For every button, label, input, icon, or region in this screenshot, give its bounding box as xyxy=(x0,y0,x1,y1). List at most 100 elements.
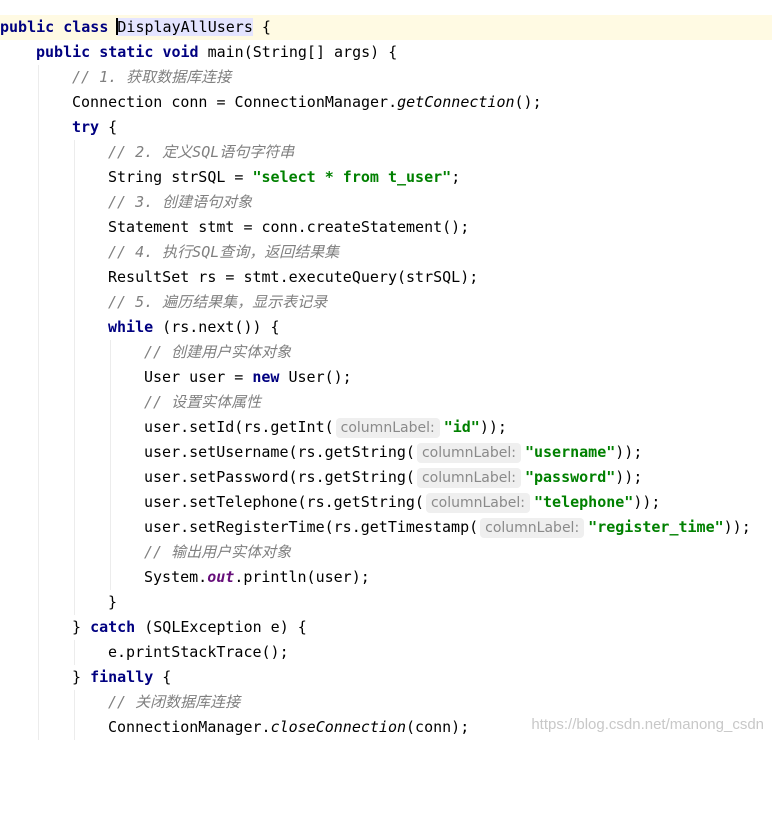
indent-guide xyxy=(74,140,75,165)
parameter-hint: columnLabel: xyxy=(416,443,521,463)
comment: // 1. 获取数据库连接 xyxy=(72,68,232,86)
keyword: while xyxy=(108,318,154,336)
code-line[interactable]: user.setRegisterTime(rs.getTimestamp(col… xyxy=(0,515,772,540)
comment: // 4. 执行SQL查询，返回结果集 xyxy=(108,243,340,261)
code-line[interactable]: // 5. 遍历结果集，显示表记录 xyxy=(0,290,772,315)
code-line[interactable]: // 关闭数据库连接 xyxy=(0,690,772,715)
indent-guide xyxy=(110,340,111,365)
indent-guide xyxy=(38,565,39,590)
code-text: ; xyxy=(451,168,461,186)
indent-guide xyxy=(38,590,39,615)
indent-guide xyxy=(74,715,75,740)
code-line[interactable]: // 设置实体属性 xyxy=(0,390,772,415)
code-line[interactable]: user.setTelephone(rs.getString(columnLab… xyxy=(0,490,772,515)
indent-guide xyxy=(38,640,39,665)
code-line[interactable]: e.printStackTrace(); xyxy=(0,640,772,665)
code-line[interactable]: } finally { xyxy=(0,665,772,690)
comment: // 5. 遍历结果集，显示表记录 xyxy=(108,293,328,311)
code-text: } xyxy=(72,668,91,686)
code-line[interactable]: // 3. 创建语句对象 xyxy=(0,190,772,215)
indent-guide xyxy=(38,140,39,165)
indent-guide xyxy=(38,265,39,290)
code-line[interactable]: // 4. 执行SQL查询，返回结果集 xyxy=(0,240,772,265)
code-text: { xyxy=(252,18,271,36)
indent-guide xyxy=(38,490,39,515)
code-text: e.printStackTrace(); xyxy=(108,643,289,661)
code-text: } xyxy=(108,593,118,611)
string-literal: "username" xyxy=(524,443,616,461)
indent-guide xyxy=(110,490,111,515)
code-line[interactable]: public class DisplayAllUsers { xyxy=(0,15,772,40)
indent-guide xyxy=(38,540,39,565)
indent-guide xyxy=(110,365,111,390)
code-line[interactable]: User user = new User(); xyxy=(0,365,772,390)
keyword: static xyxy=(99,43,154,61)
keyword: class xyxy=(63,18,109,36)
code-text: } xyxy=(72,618,91,636)
indent-guide xyxy=(38,290,39,315)
method-call: getConnection xyxy=(397,93,515,111)
keyword: public xyxy=(36,43,91,61)
indent-guide xyxy=(38,615,39,640)
indent-guide xyxy=(38,315,39,340)
comment: // 2. 定义SQL语句字符串 xyxy=(108,143,295,161)
parameter-hint: columnLabel: xyxy=(425,493,530,513)
code-line[interactable]: System.out.println(user); xyxy=(0,565,772,590)
code-line[interactable]: user.setPassword(rs.getString(columnLabe… xyxy=(0,465,772,490)
comment: // 设置实体属性 xyxy=(144,393,262,411)
code-editor[interactable]: public class DisplayAllUsers { public st… xyxy=(0,0,772,741)
keyword: void xyxy=(162,43,199,61)
code-text: System. xyxy=(144,568,208,586)
code-text: { xyxy=(153,668,172,686)
code-line[interactable]: // 创建用户实体对象 xyxy=(0,340,772,365)
indent-guide xyxy=(38,465,39,490)
code-text: user.setPassword(rs.getString( xyxy=(144,468,415,486)
indent-guide xyxy=(110,565,111,590)
code-text: main(String[] args) { xyxy=(198,43,398,61)
indent-guide xyxy=(74,540,75,565)
parameter-hint: columnLabel: xyxy=(480,518,585,538)
indent-guide xyxy=(38,90,39,115)
indent-guide xyxy=(38,340,39,365)
indent-guide xyxy=(38,690,39,715)
indent-guide xyxy=(74,240,75,265)
code-line[interactable]: // 1. 获取数据库连接 xyxy=(0,65,772,90)
code-line[interactable]: Connection conn = ConnectionManager.getC… xyxy=(0,90,772,115)
code-line[interactable]: while (rs.next()) { xyxy=(0,315,772,340)
code-line[interactable]: user.setId(rs.getInt(columnLabel: "id")); xyxy=(0,415,772,440)
code-line[interactable]: // 输出用户实体对象 xyxy=(0,540,772,565)
code-line[interactable]: } catch (SQLException e) { xyxy=(0,615,772,640)
code-line[interactable]: } xyxy=(0,590,772,615)
code-line[interactable]: // 2. 定义SQL语句字符串 xyxy=(0,140,772,165)
indent-guide xyxy=(110,440,111,465)
watermark: https://blog.csdn.net/manong_csdn xyxy=(531,716,764,733)
indent-guide xyxy=(74,190,75,215)
string-literal: "register_time" xyxy=(588,518,724,536)
string-literal: "telephone" xyxy=(534,493,634,511)
code-text: user.setUsername(rs.getString( xyxy=(144,443,415,461)
comment: // 3. 创建语句对象 xyxy=(108,193,253,211)
code-line[interactable]: try { xyxy=(0,115,772,140)
keyword: try xyxy=(72,118,100,136)
indent-guide xyxy=(74,590,75,615)
code-text: .println(user); xyxy=(234,568,370,586)
method-call: closeConnection xyxy=(270,718,407,736)
indent-guide xyxy=(74,390,75,415)
code-text: { xyxy=(99,118,118,136)
string-literal: "id" xyxy=(443,418,480,436)
code-text: user.setRegisterTime(rs.getTimestamp( xyxy=(144,518,479,536)
code-line[interactable]: ResultSet rs = stmt.executeQuery(strSQL)… xyxy=(0,265,772,290)
parameter-hint: columnLabel: xyxy=(416,468,521,488)
keyword: catch xyxy=(90,618,136,636)
code-line[interactable]: String strSQL = "select * from t_user"; xyxy=(0,165,772,190)
indent-guide xyxy=(38,115,39,140)
indent-guide xyxy=(38,665,39,690)
code-line[interactable]: public static void main(String[] args) { xyxy=(0,40,772,65)
indent-guide xyxy=(74,515,75,540)
keyword: finally xyxy=(90,668,154,686)
code-line[interactable]: Statement stmt = conn.createStatement(); xyxy=(0,215,772,240)
indent-guide xyxy=(38,390,39,415)
indent-guide xyxy=(38,515,39,540)
code-text: )); xyxy=(615,468,643,486)
code-line[interactable]: user.setUsername(rs.getString(columnLabe… xyxy=(0,440,772,465)
